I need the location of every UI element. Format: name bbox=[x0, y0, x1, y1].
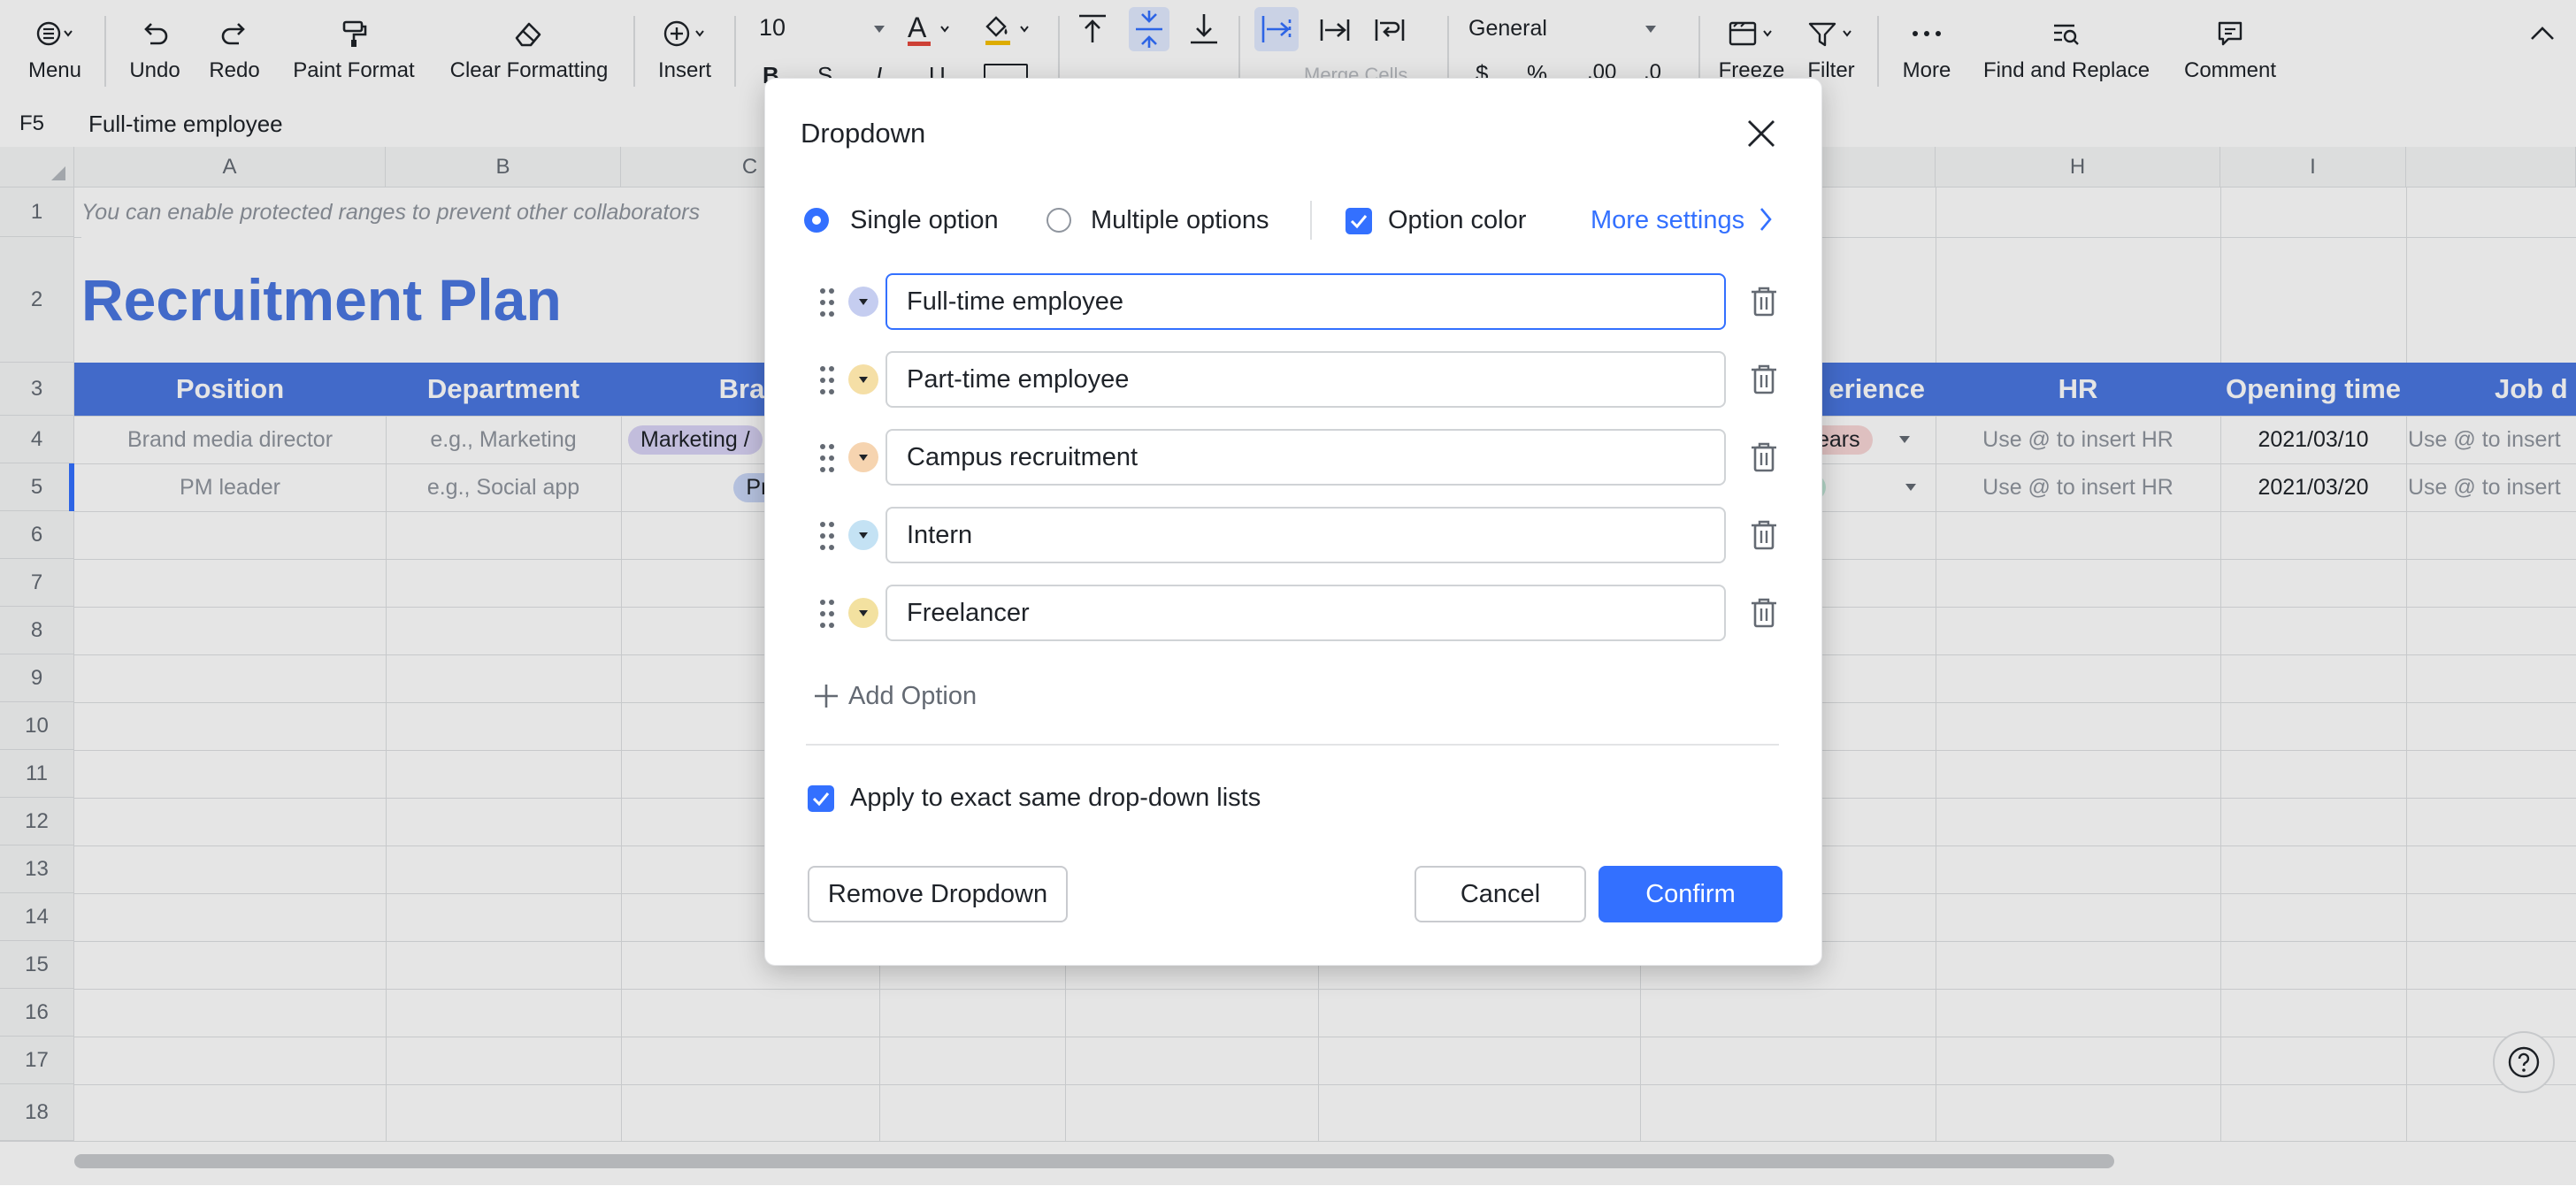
drag-handle-icon[interactable] bbox=[818, 287, 836, 318]
option-input[interactable] bbox=[886, 585, 1726, 641]
trash-icon[interactable] bbox=[1749, 286, 1779, 318]
option-color-checkbox[interactable] bbox=[1346, 208, 1372, 234]
option-row bbox=[818, 507, 1782, 563]
dialog-title: Dropdown bbox=[801, 118, 926, 149]
checkmark-icon bbox=[1350, 215, 1368, 229]
option-row bbox=[818, 429, 1782, 486]
multiple-options-label[interactable]: Multiple options bbox=[1091, 206, 1269, 235]
apply-same-checkbox[interactable] bbox=[808, 785, 834, 812]
close-icon bbox=[1748, 120, 1775, 147]
option-input[interactable] bbox=[886, 351, 1726, 408]
close-button[interactable] bbox=[1744, 116, 1779, 151]
option-row bbox=[818, 351, 1782, 408]
plus-icon bbox=[815, 685, 838, 708]
option-color-picker[interactable] bbox=[848, 442, 878, 472]
drag-handle-icon[interactable] bbox=[818, 443, 836, 473]
drag-handle-icon[interactable] bbox=[818, 599, 836, 629]
option-row bbox=[818, 273, 1782, 330]
chevron-down-icon bbox=[859, 376, 868, 383]
more-settings-label: More settings bbox=[1591, 206, 1745, 234]
add-option-button[interactable]: Add Option bbox=[794, 662, 1024, 730]
option-color-picker[interactable] bbox=[848, 364, 878, 394]
option-input[interactable] bbox=[886, 429, 1726, 486]
option-color-picker[interactable] bbox=[848, 520, 878, 550]
checkmark-icon bbox=[812, 792, 830, 807]
divider bbox=[806, 744, 1779, 746]
chevron-down-icon bbox=[859, 298, 868, 305]
option-input[interactable] bbox=[886, 273, 1726, 330]
chevron-down-icon bbox=[859, 454, 868, 461]
option-color-picker[interactable] bbox=[848, 287, 878, 317]
chevron-right-icon bbox=[1760, 208, 1772, 231]
apply-same-label[interactable]: Apply to exact same drop-down lists bbox=[850, 784, 1261, 813]
trash-icon[interactable] bbox=[1749, 441, 1779, 473]
chevron-down-icon bbox=[859, 532, 868, 539]
drag-handle-icon[interactable] bbox=[818, 365, 836, 395]
multiple-options-radio[interactable] bbox=[1046, 208, 1071, 233]
option-color-label[interactable]: Option color bbox=[1388, 206, 1526, 235]
more-settings-link[interactable]: More settings bbox=[1591, 206, 1775, 235]
single-option-radio[interactable] bbox=[804, 208, 829, 233]
trash-icon[interactable] bbox=[1749, 597, 1779, 629]
remove-dropdown-button[interactable]: Remove Dropdown bbox=[808, 866, 1068, 922]
confirm-button[interactable]: Confirm bbox=[1598, 866, 1782, 922]
divider bbox=[1310, 201, 1312, 240]
single-option-label[interactable]: Single option bbox=[850, 206, 999, 235]
option-input[interactable] bbox=[886, 507, 1726, 563]
option-color-picker[interactable] bbox=[848, 598, 878, 628]
add-option-label: Add Option bbox=[848, 681, 978, 710]
drag-handle-icon[interactable] bbox=[818, 521, 836, 551]
dropdown-dialog: Dropdown Single option Multiple options … bbox=[764, 78, 1822, 966]
option-row bbox=[818, 585, 1782, 641]
cancel-button[interactable]: Cancel bbox=[1414, 866, 1586, 922]
trash-icon[interactable] bbox=[1749, 363, 1779, 395]
trash-icon[interactable] bbox=[1749, 519, 1779, 551]
chevron-down-icon bbox=[859, 609, 868, 616]
